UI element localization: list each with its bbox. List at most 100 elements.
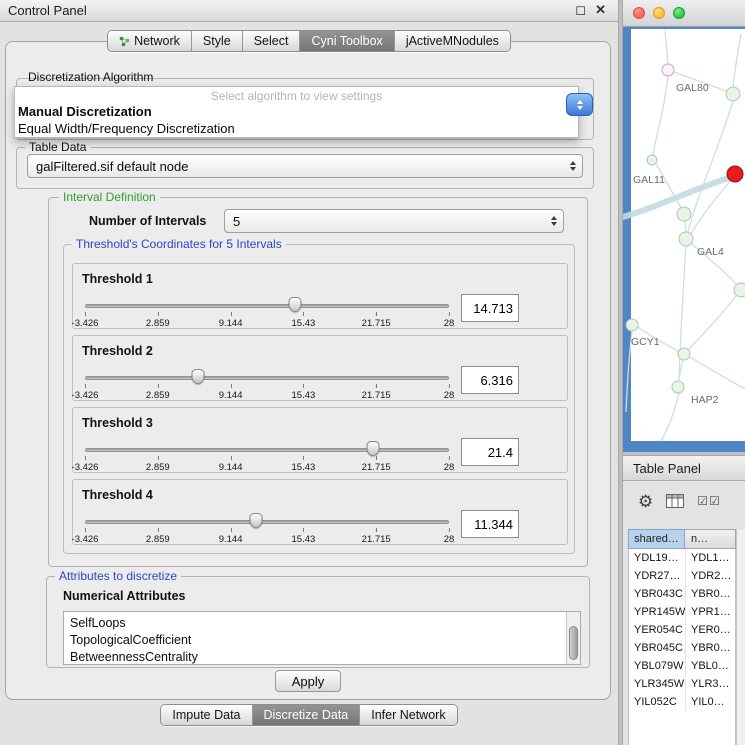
table-cell: YBR043C [629, 585, 686, 603]
table-toolbar: ⚙ ☑☑ [623, 486, 745, 516]
tab-jactivemnodules[interactable]: jActiveMNodules [395, 31, 510, 51]
slider-tick [449, 456, 450, 460]
table-cell: YIL0… [686, 696, 735, 708]
number-of-intervals-select[interactable]: 5 [224, 209, 564, 233]
slider-thumb[interactable] [366, 441, 379, 456]
slider-thumb[interactable] [191, 369, 204, 384]
tick-label: 2.859 [146, 390, 170, 401]
threshold-value-input[interactable] [461, 294, 519, 322]
tab-style[interactable]: Style [192, 31, 243, 51]
table-row[interactable]: YBL079WYBL0… [629, 657, 735, 675]
table-row[interactable]: YBR045CYBR0… [629, 639, 735, 657]
threshold-label: Threshold 2 [82, 344, 153, 358]
table-row[interactable]: YER054CYER0… [629, 621, 735, 639]
threshold-value-input[interactable] [461, 510, 519, 538]
menu-item-manual-discretization[interactable]: Manual Discretization [15, 103, 578, 120]
network-node[interactable] [626, 319, 638, 331]
slider-tick [231, 312, 232, 316]
interval-definition-title: Interval Definition [59, 190, 160, 204]
table-cell: YPR1… [686, 606, 735, 618]
menu-item-equal-width-frequency[interactable]: Equal Width/Frequency Discretization [15, 120, 578, 137]
slider-thumb[interactable] [289, 297, 302, 312]
minimize-traffic-light-icon[interactable] [653, 7, 665, 19]
apply-button[interactable]: Apply [275, 670, 341, 692]
table-row[interactable]: YDL19…YDL1… [629, 549, 735, 567]
close-traffic-light-icon[interactable] [633, 7, 645, 19]
list-scrollbar[interactable] [566, 612, 580, 664]
network-view-canvas[interactable]: GAL80GAL11GAL4GCY1HAP2 [623, 27, 745, 452]
slider-track[interactable] [85, 304, 449, 308]
network-node-selected[interactable] [727, 166, 743, 182]
slider-tick [158, 528, 159, 532]
table-row[interactable]: YDR27…YDR2… [629, 567, 735, 585]
attribute-item[interactable]: TopologicalCoefficient [64, 632, 580, 649]
tick-label: -3.426 [72, 390, 99, 401]
node-label: HAP2 [691, 394, 719, 406]
threshold-box-1: Threshold 1-3.4262.8599.14415.4321.71528 [72, 263, 568, 329]
network-graph: GAL80GAL11GAL4GCY1HAP2 [623, 27, 745, 452]
network-node[interactable] [677, 207, 691, 221]
tab-label: Infer Network [371, 708, 445, 722]
attribute-item[interactable]: SelfLoops [64, 615, 580, 632]
table-scrollbar[interactable] [736, 529, 745, 745]
tab-cyni-toolbox[interactable]: Cyni Toolbox [300, 31, 394, 51]
threshold-slider[interactable]: -3.4262.8599.14415.4321.71528 [85, 300, 449, 328]
network-node[interactable] [672, 381, 684, 393]
algorithm-combo-stepper-button[interactable] [566, 93, 593, 116]
column-header-2[interactable]: n… [685, 529, 736, 549]
column-header-1[interactable]: shared… [628, 529, 685, 549]
app-root: Control Panel ◻ ✕ NetworkStyleSelectCyni… [0, 0, 745, 745]
popup-placeholder: Select algorithm to view settings [15, 87, 578, 103]
bottom-tab-discretize-data[interactable]: Discretize Data [253, 705, 361, 725]
attribute-item[interactable]: BetweennessCentrality [64, 649, 580, 665]
panel-title: Control Panel [8, 3, 87, 18]
node-attribute-table: shared…n… YDL19…YDL1…YDR27…YDR2…YBR043CY… [628, 529, 736, 745]
bottom-tab-infer-network[interactable]: Infer Network [360, 705, 456, 725]
select-columns-checks-icon[interactable]: ☑☑ [697, 495, 721, 507]
slider-tick [85, 456, 86, 460]
network-node[interactable] [726, 87, 740, 101]
table-data-select[interactable]: galFiltered.sif default node [27, 154, 583, 178]
slider-track[interactable] [85, 520, 449, 524]
settings-gear-icon[interactable]: ⚙ [638, 493, 653, 510]
tick-label: 9.144 [219, 318, 243, 329]
network-node[interactable] [679, 232, 693, 246]
number-of-intervals-label: Number of Intervals [89, 214, 206, 228]
tab-select[interactable]: Select [243, 31, 301, 51]
top-tab-bar: NetworkStyleSelectCyni ToolboxjActiveMNo… [0, 30, 618, 52]
network-node[interactable] [734, 283, 745, 297]
network-node[interactable] [662, 64, 674, 76]
table-row[interactable]: YLR345WYLR3… [629, 675, 735, 693]
attributes-group: Attributes to discretize Numerical Attri… [46, 576, 590, 668]
threshold-slider[interactable]: -3.4262.8599.14415.4321.71528 [85, 444, 449, 472]
threshold-value-input[interactable] [461, 438, 519, 466]
slider-thumb[interactable] [250, 513, 263, 528]
bottom-tab-impute-data[interactable]: Impute Data [161, 705, 252, 725]
list-scrollbar-thumb[interactable] [569, 626, 578, 660]
tick-label: -3.426 [72, 534, 99, 545]
network-node[interactable] [678, 348, 690, 360]
node-label: GAL11 [633, 174, 665, 186]
slider-track[interactable] [85, 448, 449, 452]
threshold-value-input[interactable] [461, 366, 519, 394]
discretization-algorithm-label: Discretization Algorithm [28, 70, 153, 84]
threshold-box-2: Threshold 2 -3.4262.8599.14415.4321.71528 [72, 335, 568, 401]
algorithm-dropdown-popup: Select algorithm to view settings Manual… [14, 86, 579, 138]
table-row[interactable]: YIL052CYIL0… [629, 693, 735, 711]
table-row[interactable]: YBR043CYBR0… [629, 585, 735, 603]
table-columns-icon[interactable] [666, 494, 684, 508]
network-node[interactable] [647, 155, 657, 165]
table-row[interactable]: YPR145WYPR1… [629, 603, 735, 621]
tick-label: 15.43 [292, 462, 316, 473]
close-window-icon[interactable]: ✕ [595, 2, 606, 18]
zoom-traffic-light-icon[interactable] [673, 7, 685, 19]
threshold-slider[interactable]: -3.4262.8599.14415.4321.71528 [85, 372, 449, 400]
slider-tick [449, 528, 450, 532]
tab-network[interactable]: Network [108, 31, 192, 51]
threshold-slider[interactable]: -3.4262.8599.14415.4321.71528 [85, 516, 449, 544]
float-window-icon[interactable]: ◻ [575, 2, 586, 18]
slider-track[interactable] [85, 376, 449, 380]
interval-definition-group: Interval Definition Number of Intervals … [48, 197, 588, 567]
node-label: GCY1 [631, 336, 660, 348]
stepper-up-icon [577, 100, 583, 104]
